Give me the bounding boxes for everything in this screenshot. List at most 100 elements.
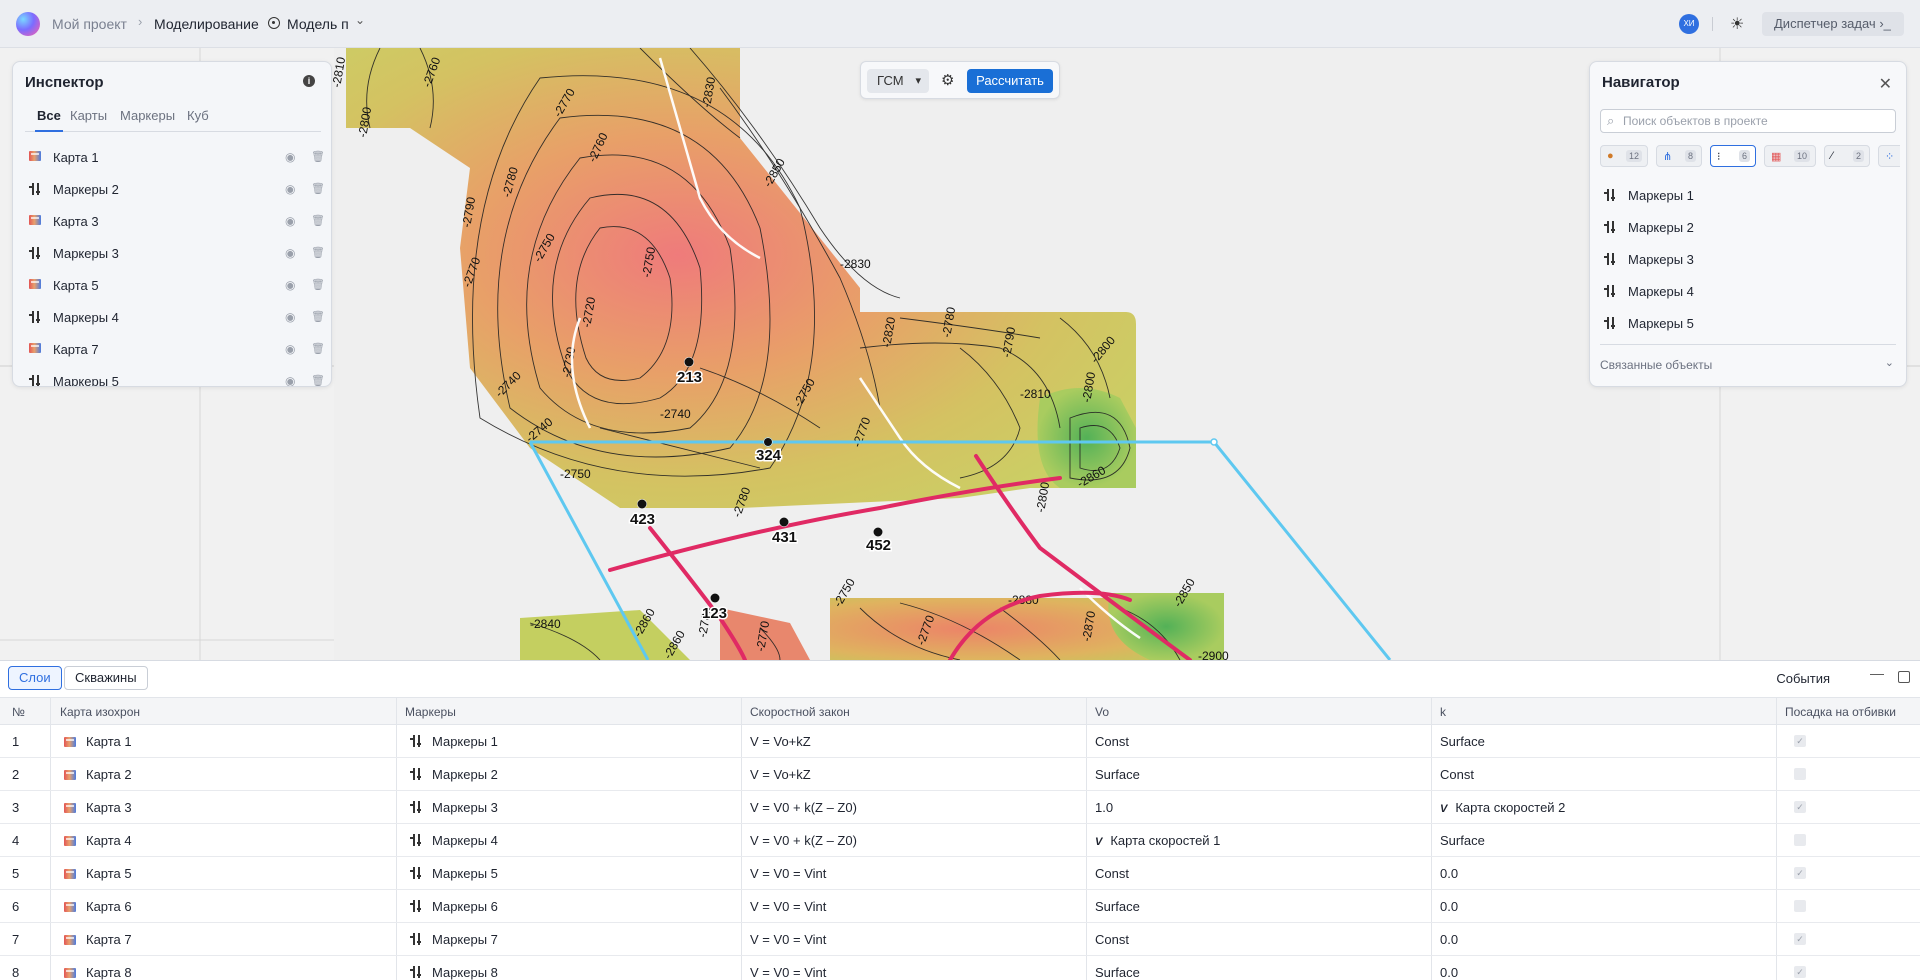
cell-k[interactable]: Const xyxy=(1440,767,1474,782)
cell-markers[interactable]: Маркеры 3 xyxy=(410,800,498,815)
cell-vo[interactable]: Const xyxy=(1095,932,1129,947)
navigator-item[interactable]: Маркеры 5 xyxy=(1600,308,1896,340)
cell-law[interactable]: V = V0 = Vint xyxy=(750,932,826,947)
fit-checkbox[interactable]: ✓ xyxy=(1794,933,1806,945)
inspector-item[interactable]: Маркеры 5 ◉ 🗑 xyxy=(25,366,325,386)
chip-horizons[interactable]: ● 12 xyxy=(1600,145,1648,167)
table-row[interactable]: 8 Карта 8 Маркеры 8 V = V0 = Vint Surface 0.0… xyxy=(0,956,1920,980)
cell-markers[interactable]: Маркеры 8 xyxy=(410,965,498,980)
table-row[interactable]: 3 Карта 3 Маркеры 3 V = V0 + k(Z – Z0) 1.0 V К… xyxy=(0,791,1920,824)
sun-icon[interactable]: ☀ xyxy=(1730,14,1744,34)
tab-cube[interactable]: Куб xyxy=(187,108,209,123)
navigator-item[interactable]: Маркеры 1 xyxy=(1600,180,1896,212)
eye-icon[interactable]: ◉ xyxy=(285,214,295,228)
minimize-icon[interactable]: — xyxy=(1870,665,1884,681)
eye-icon[interactable]: ◉ xyxy=(285,278,295,292)
inspector-item[interactable]: Маркеры 4 ◉ 🗑 xyxy=(25,302,325,334)
cell-law[interactable]: V = V0 = Vint xyxy=(750,899,826,914)
cell-vo[interactable]: Surface xyxy=(1095,767,1140,782)
inspector-item[interactable]: Карта 1 ◉ 🗑 xyxy=(25,142,325,174)
table-row[interactable]: 2 Карта 2 Маркеры 2 V = Vo+kZ Surface Const xyxy=(0,758,1920,791)
cell-map[interactable]: Карта 7 xyxy=(64,932,132,947)
tab-all[interactable]: Все xyxy=(35,108,63,132)
cell-k[interactable]: 0.0 xyxy=(1440,932,1458,947)
fit-checkbox[interactable] xyxy=(1794,834,1806,846)
cell-vo[interactable]: Const xyxy=(1095,866,1129,881)
events-link[interactable]: События xyxy=(1776,671,1830,686)
cell-markers[interactable]: Маркеры 7 xyxy=(410,932,498,947)
eye-icon[interactable]: ◉ xyxy=(285,182,295,196)
fit-checkbox[interactable] xyxy=(1794,900,1806,912)
method-select[interactable]: ГСМ xyxy=(867,69,929,93)
related-objects[interactable]: Связанные объекты xyxy=(1600,358,1712,372)
trash-icon[interactable]: 🗑 xyxy=(311,278,325,291)
cell-law[interactable]: V = V0 + k(Z – Z0) xyxy=(750,800,857,815)
chevron-down-icon[interactable]: ⌄ xyxy=(355,13,365,27)
cell-k[interactable]: Surface xyxy=(1440,833,1485,848)
avatar[interactable]: ХИ xyxy=(1679,14,1699,34)
maximize-icon[interactable] xyxy=(1898,671,1910,683)
cell-law[interactable]: V = Vo+kZ xyxy=(750,734,811,749)
close-icon[interactable]: ✕ xyxy=(1879,74,1892,94)
info-icon[interactable]: i xyxy=(303,75,315,87)
navigator-item[interactable]: Маркеры 3 xyxy=(1600,244,1896,276)
cell-law[interactable]: V = V0 = Vint xyxy=(750,965,826,980)
cell-markers[interactable]: Маркеры 6 xyxy=(410,899,498,914)
calculate-button[interactable]: Рассчитать xyxy=(967,69,1053,93)
breadcrumb-section[interactable]: Моделирование xyxy=(154,16,259,32)
cell-law[interactable]: V = Vo+kZ xyxy=(750,767,811,782)
fit-checkbox[interactable] xyxy=(1794,768,1806,780)
chip-maps[interactable]: ▦ 10 xyxy=(1764,145,1816,167)
cell-k[interactable]: 0.0 xyxy=(1440,965,1458,980)
navigator-item[interactable]: Маркеры 2 xyxy=(1600,212,1896,244)
chip-faults[interactable]: ⁄ 2 xyxy=(1824,145,1870,167)
cell-map[interactable]: Карта 5 xyxy=(64,866,132,881)
cell-map[interactable]: Карта 2 xyxy=(64,767,132,782)
navigator-item[interactable]: Маркеры 4 xyxy=(1600,276,1896,308)
cell-markers[interactable]: Маркеры 5 xyxy=(410,866,498,881)
inspector-item[interactable]: Карта 7 ◉ 🗑 xyxy=(25,334,325,366)
trash-icon[interactable]: 🗑 xyxy=(311,246,325,259)
eye-icon[interactable]: ◉ xyxy=(285,150,295,164)
cell-vo[interactable]: V Карта скоростей 1 xyxy=(1095,833,1220,848)
table-row[interactable]: 5 Карта 5 Маркеры 5 V = V0 = Vint Const 0.0 ✓ xyxy=(0,857,1920,890)
cell-k[interactable]: Surface xyxy=(1440,734,1485,749)
inspector-item[interactable]: Карта 3 ◉ 🗑 xyxy=(25,206,325,238)
trash-icon[interactable]: 🗑 xyxy=(311,310,325,323)
cell-k[interactable]: V Карта скоростей 2 xyxy=(1440,800,1565,815)
cell-k[interactable]: 0.0 xyxy=(1440,899,1458,914)
tab-layers[interactable]: Слои xyxy=(8,666,62,690)
table-row[interactable]: 1 Карта 1 Маркеры 1 V = Vo+kZ Const Surface ✓ xyxy=(0,725,1920,758)
eye-icon[interactable]: ◉ xyxy=(285,246,295,260)
inspector-item[interactable]: Карта 5 ◉ 🗑 xyxy=(25,270,325,302)
cell-k[interactable]: 0.0 xyxy=(1440,866,1458,881)
trash-icon[interactable]: 🗑 xyxy=(311,214,325,227)
cell-map[interactable]: Карта 8 xyxy=(64,965,132,980)
app-logo[interactable] xyxy=(16,12,40,36)
cell-law[interactable]: V = V0 = Vint xyxy=(750,866,826,881)
gear-icon[interactable]: ⚙ xyxy=(941,71,954,89)
fit-checkbox[interactable]: ✓ xyxy=(1794,966,1806,978)
eye-icon[interactable]: ◉ xyxy=(285,342,295,356)
task-manager-button[interactable]: Диспетчер задач ›_ xyxy=(1762,12,1904,36)
cell-vo[interactable]: Surface xyxy=(1095,965,1140,980)
breadcrumb-project[interactable]: Мой проект xyxy=(52,16,127,32)
table-row[interactable]: 6 Карта 6 Маркеры 6 V = V0 = Vint Surface 0.0 xyxy=(0,890,1920,923)
tab-wells[interactable]: Скважины xyxy=(64,666,148,690)
cell-vo[interactable]: Surface xyxy=(1095,899,1140,914)
cell-markers[interactable]: Маркеры 4 xyxy=(410,833,498,848)
trash-icon[interactable]: 🗑 xyxy=(311,150,325,163)
cell-vo[interactable]: 1.0 xyxy=(1095,800,1113,815)
cell-vo[interactable]: Const xyxy=(1095,734,1129,749)
cell-map[interactable]: Карта 4 xyxy=(64,833,132,848)
inspector-item[interactable]: Маркеры 3 ◉ 🗑 xyxy=(25,238,325,270)
eye-icon[interactable]: ◉ xyxy=(285,310,295,324)
tab-maps[interactable]: Карты xyxy=(70,108,107,123)
fit-checkbox[interactable]: ✓ xyxy=(1794,735,1806,747)
chip-wells[interactable]: ⋔ 8 xyxy=(1656,145,1702,167)
breadcrumb-model[interactable]: Модель п xyxy=(287,16,349,32)
trash-icon[interactable]: 🗑 xyxy=(311,182,325,195)
chevron-down-icon[interactable]: ⌄ xyxy=(1885,356,1894,369)
cell-markers[interactable]: Маркеры 2 xyxy=(410,767,498,782)
chip-markers[interactable]: ⁝ 6 xyxy=(1710,145,1756,167)
